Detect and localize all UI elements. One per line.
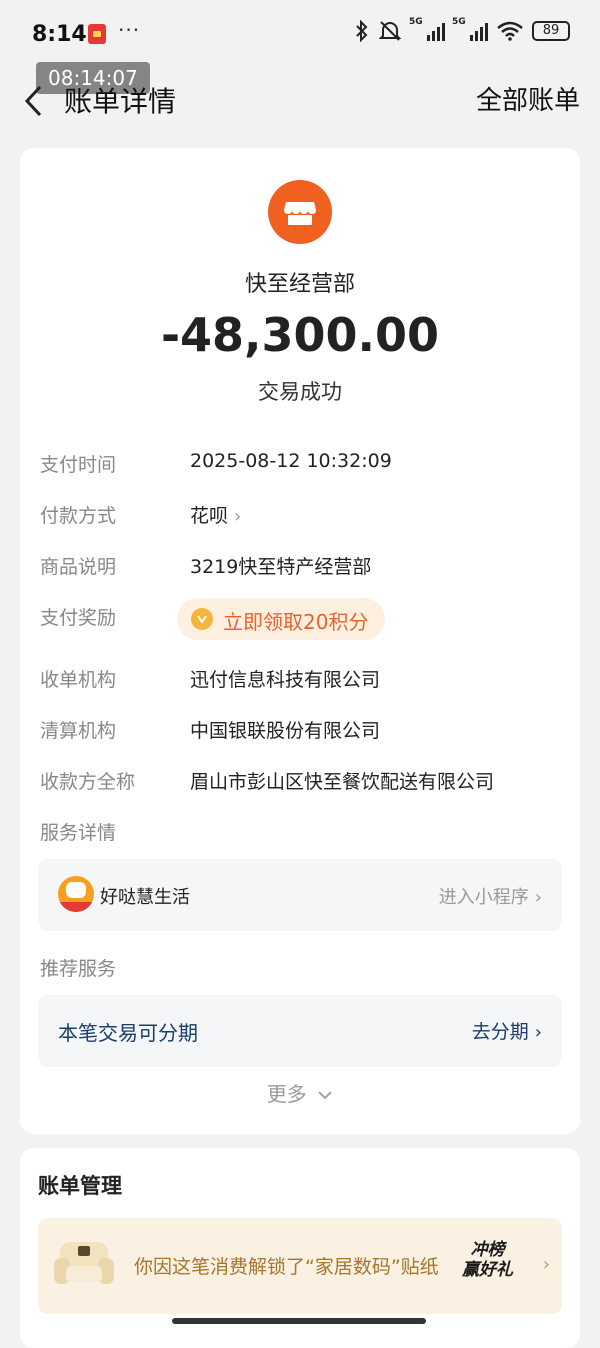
more-label: 更多 [266, 1082, 307, 1106]
network-1-label: 5G [409, 17, 423, 27]
badge-line-2: 赢好礼 [462, 1260, 513, 1280]
pay-time-value: 2025-08-12 10:32:09 [190, 450, 392, 472]
signal-2-icon: 5G [452, 17, 488, 41]
installment-link: 去分期 › [472, 1017, 542, 1044]
store-icon [268, 180, 332, 244]
network-2-label: 5G [452, 17, 466, 27]
miniapp-name: 好哒慧生活 [100, 887, 190, 908]
back-arrow-icon[interactable] [22, 84, 44, 118]
leaderboard-badge: 冲榜 赢好礼 [462, 1240, 513, 1280]
status-bar: 8:14 ··· 5G 5G 89 [0, 0, 600, 70]
installment-title: 本笔交易可分期 [58, 1021, 198, 1045]
nav-bar: 账单详情 全部账单 [0, 72, 600, 128]
chevron-down-icon [318, 1091, 332, 1100]
miniapp-entry[interactable]: 好哒慧生活 进入小程序 › [38, 859, 562, 931]
transaction-amount: -48,300.00 [160, 308, 440, 362]
recommend-section-label: 推荐服务 [40, 958, 117, 980]
pay-method-value: 花呗 [190, 505, 229, 527]
chevron-right-icon: › [234, 506, 242, 527]
miniapp-logo-icon [58, 876, 94, 912]
status-time: 8:14 [32, 22, 87, 47]
signal-1-icon: 5G [409, 17, 445, 41]
transaction-status: 交易成功 [258, 380, 342, 404]
more-notifications-icon: ··· [118, 18, 141, 42]
payee-value: 眉山市彭山区快至餐饮配送有限公司 [190, 771, 495, 793]
battery-indicator: 89 [532, 21, 570, 41]
chevron-right-icon: › [542, 1254, 550, 1275]
chevron-right-icon: › [534, 1022, 542, 1043]
coin-icon [191, 608, 213, 630]
merchant-name: 快至经营部 [244, 272, 355, 297]
service-section-label: 服务详情 [40, 822, 117, 844]
payee-label: 收款方全称 [40, 771, 136, 793]
claim-points-label: 立即领取20积分 [223, 610, 369, 634]
sticker-banner-text: 你因这笔消费解锁了“家居数码”贴纸 [134, 1256, 439, 1278]
clearing-label: 清算机构 [40, 720, 117, 742]
bill-management-title: 账单管理 [38, 1174, 122, 1198]
acquirer-value: 迅付信息科技有限公司 [190, 669, 381, 691]
bluetooth-icon [356, 20, 368, 42]
home-indicator[interactable] [172, 1318, 426, 1324]
chevron-right-icon: › [534, 887, 542, 908]
badge-line-1: 冲榜 [470, 1240, 505, 1260]
bill-detail-card: 快至经营部 -48,300.00 交易成功 支付时间 2025-08-12 10… [20, 148, 580, 1134]
acquirer-label: 收单机构 [40, 669, 117, 691]
all-bills-link[interactable]: 全部账单 [476, 80, 580, 117]
miniapp-link-label: 进入小程序 [438, 887, 529, 908]
sticker-banner[interactable]: 你因这笔消费解锁了“家居数码”贴纸 冲榜 赢好礼 › [38, 1218, 562, 1314]
more-toggle[interactable]: 更多 [20, 1078, 580, 1107]
status-icons: 5G 5G 89 [355, 17, 570, 42]
installment-link-label: 去分期 [471, 1021, 529, 1043]
pay-method-label: 付款方式 [40, 505, 117, 527]
page-title: 账单详情 [64, 85, 177, 118]
installment-entry[interactable]: 本笔交易可分期 去分期 › [38, 995, 562, 1067]
wifi-icon [497, 21, 523, 41]
mute-bell-icon [378, 21, 402, 41]
pay-method-row[interactable]: 花呗 › [190, 501, 241, 528]
notification-app-icon [88, 24, 106, 44]
clearing-value: 中国银联股份有限公司 [190, 720, 381, 742]
reward-label: 支付奖励 [40, 607, 117, 629]
miniapp-link: 进入小程序 › [439, 883, 542, 909]
product-value: 3219快至特产经营部 [190, 556, 372, 578]
product-label: 商品说明 [40, 556, 117, 578]
sofa-icon [54, 1242, 114, 1284]
claim-points-button[interactable]: 立即领取20积分 [177, 598, 385, 640]
pay-time-label: 支付时间 [40, 454, 117, 476]
